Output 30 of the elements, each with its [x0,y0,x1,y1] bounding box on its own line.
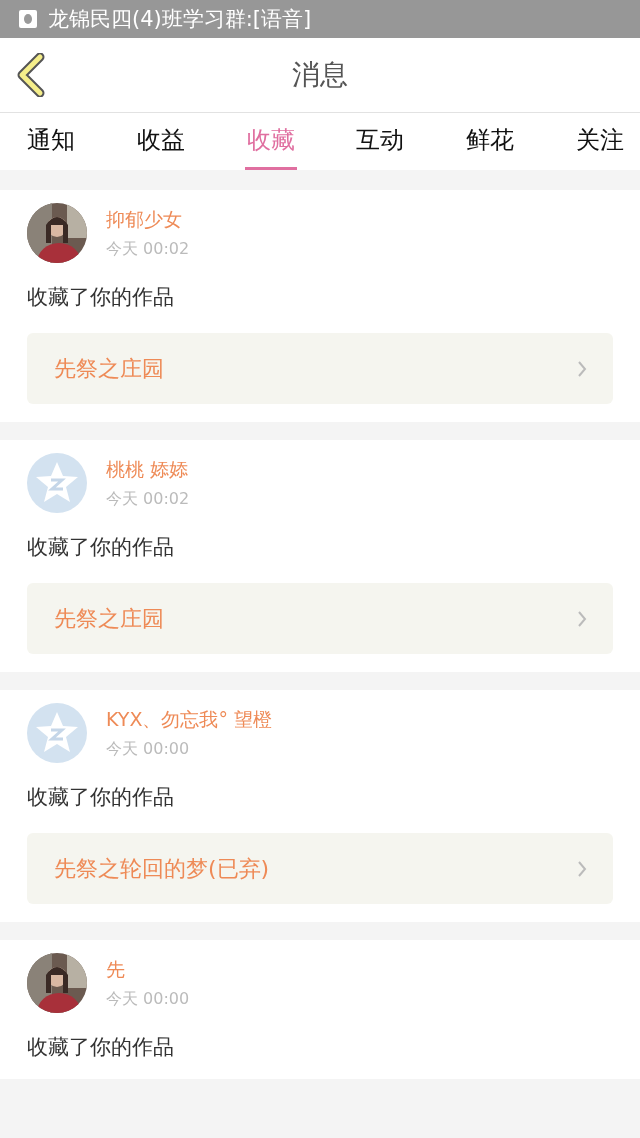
user-name[interactable]: 先 [106,956,125,983]
tab[interactable]: 收益 [134,113,187,170]
notification-text: 龙锦民四(4)班学习群:[语音] [48,6,312,33]
page-title: 消息 [292,57,348,93]
timestamp: 今天 00:00 [106,738,190,760]
tab[interactable]: 收藏 [244,113,297,170]
message-text: 收藏了你的作品 [27,784,174,811]
work-link[interactable]: 先祭之轮回的梦(已弃) [27,833,613,904]
tab[interactable]: 通知 [25,113,77,170]
tab[interactable]: 鲜花 [464,113,517,170]
timestamp: 今天 00:02 [106,488,190,510]
chevron-icon [577,359,587,378]
message-text: 收藏了你的作品 [27,534,174,561]
message-text: 收藏了你的作品 [27,1034,174,1061]
tab[interactable]: 关注 [574,113,626,170]
notification-icon [18,9,38,29]
timestamp: 今天 00:02 [106,238,190,260]
default-avatar-icon [27,703,87,763]
tab[interactable]: 互动 [354,113,407,170]
user-name[interactable]: KYX、勿忘我° 望橙 [106,706,272,733]
message-text: 收藏了你的作品 [27,284,174,311]
work-link[interactable]: 先祭之庄园 [27,333,613,404]
timestamp: 今天 00:00 [106,988,190,1010]
work-link[interactable]: 先祭之庄园 [27,583,613,654]
user-name[interactable]: 桃桃 婖婖 [106,456,189,483]
default-avatar-icon [27,453,87,513]
back-icon[interactable] [16,53,46,97]
user-name[interactable]: 抑郁少女 [106,206,182,233]
chevron-icon [577,859,587,878]
chevron-icon [577,609,587,628]
